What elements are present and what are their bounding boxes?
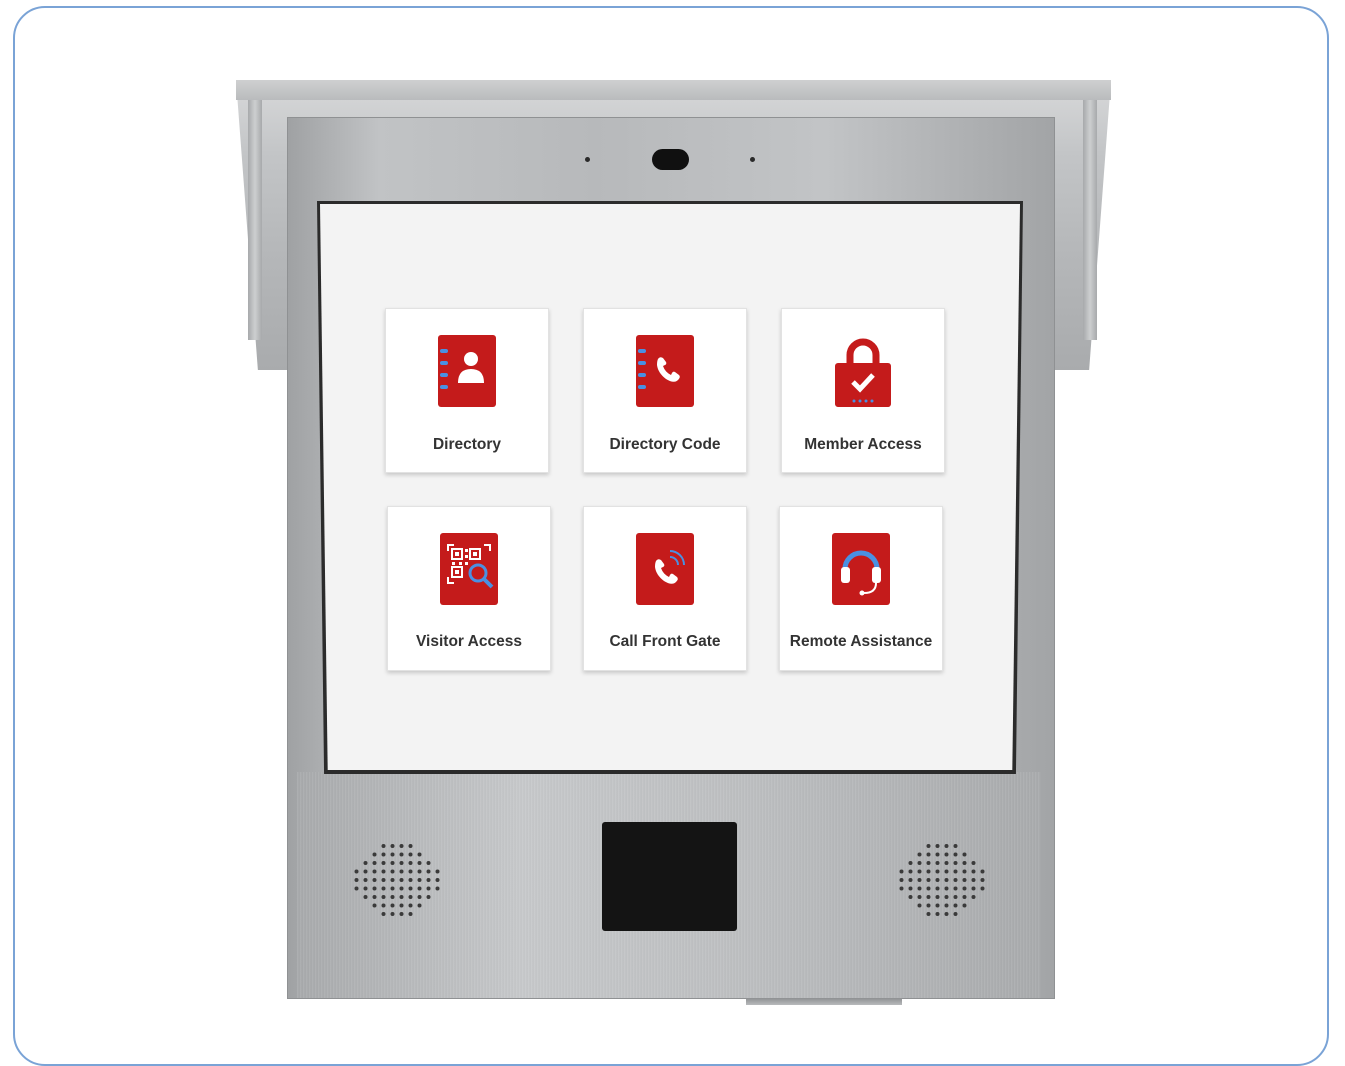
phone-call-icon (636, 533, 694, 605)
card-reader[interactable] (602, 822, 737, 931)
tile-remote-assistance[interactable]: Remote Assistance (779, 506, 943, 671)
tile-member-access[interactable]: Member Access (781, 308, 945, 473)
tile-label: Visitor Access (416, 633, 522, 650)
padlock-check-icon (834, 335, 892, 407)
speaker-grille-left (349, 840, 445, 920)
tile-label: Directory Code (609, 436, 721, 453)
tile-visitor-access[interactable]: Visitor Access (387, 506, 551, 671)
hood-rail-left (248, 100, 262, 340)
tile-label: Remote Assistance (789, 633, 933, 650)
touch-screen (320, 204, 1020, 770)
tile-call-front-gate[interactable]: Call Front Gate (583, 506, 747, 671)
hood-top-edge (236, 80, 1111, 100)
intercom-device: Directory Directory Code Member Access V… (0, 0, 1345, 1043)
speaker-grille-right (894, 840, 990, 920)
hood-rail-right (1083, 100, 1097, 340)
directory-phone-book-icon (636, 335, 694, 407)
tile-label: Directory (432, 436, 502, 453)
device-base-foot (746, 998, 902, 1005)
sensor-left (585, 157, 590, 162)
qr-code-search-icon (440, 533, 498, 605)
camera-lens (652, 149, 689, 170)
headset-icon (832, 533, 890, 605)
tile-directory[interactable]: Directory (385, 308, 549, 473)
tile-label: Member Access (804, 436, 922, 453)
sensor-right (750, 157, 755, 162)
tile-directory-code[interactable]: Directory Code (583, 308, 747, 473)
tile-label: Call Front Gate (609, 633, 721, 650)
directory-contact-book-icon (438, 335, 496, 407)
